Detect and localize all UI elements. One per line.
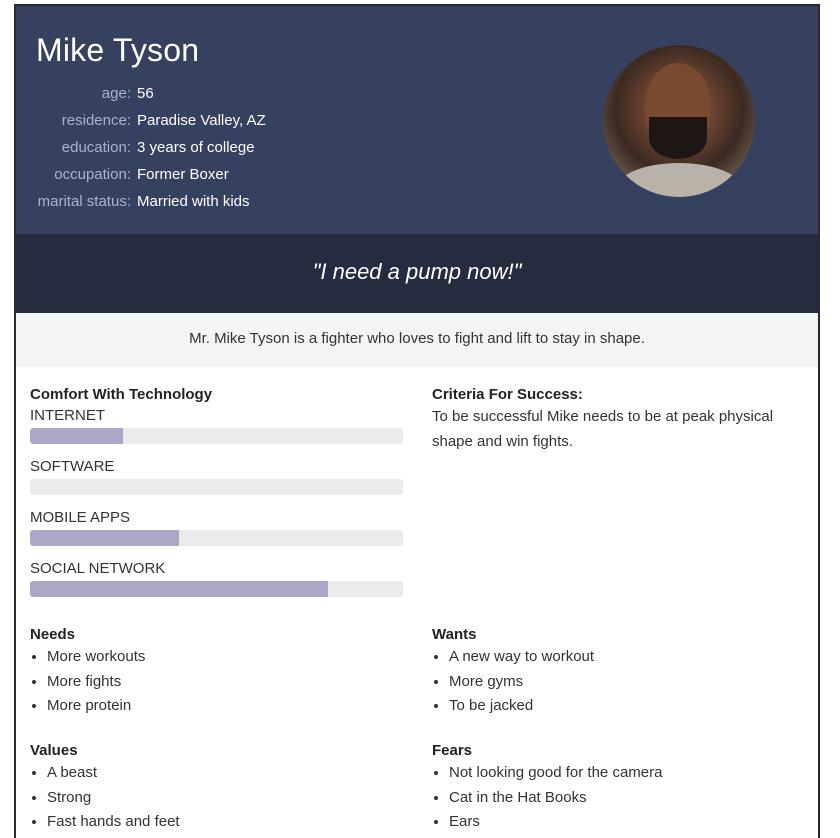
skill-list: INTERNET SOFTWARE MOBILE APPS SOCIAL NETWOR… (30, 407, 403, 597)
needs-section: Needs More workouts More fights More pro… (30, 626, 400, 719)
values-section: Values A beast Strong Fast hands and fee… (30, 742, 400, 835)
avatar-shirt (617, 163, 741, 197)
persona-facts: age: 56 residence: Paradise Valley, AZ edu… (16, 80, 266, 215)
persona-header: Mike Tyson age: 56 residence: Paradise Val… (16, 6, 818, 234)
wants-title: Wants (432, 626, 477, 643)
needs-title: Needs (30, 626, 76, 643)
skill-label: INTERNET (30, 407, 105, 424)
quote-band: "I need a pump now!" (16, 234, 818, 313)
fact-label: residence: (61, 112, 131, 129)
persona-card: Mike Tyson age: 56 residence: Paradise Val… (14, 4, 820, 838)
list-item: Not looking good for the camera (449, 761, 802, 786)
fact-label: education: (61, 139, 131, 156)
list-item: Strong (47, 786, 400, 811)
skill-bar-fill (30, 428, 124, 444)
persona-summary: Mr. Mike Tyson is a fighter who loves to… (189, 330, 645, 347)
list-item: To be jacked (449, 694, 802, 719)
skill-bar-track (30, 479, 403, 495)
list-item: More fights (47, 670, 400, 695)
fact-value: 56 (137, 85, 154, 102)
fact-value: Married with kids (137, 193, 250, 210)
fact-label: marital status: (37, 193, 131, 210)
wants-section: Wants A new way to workout More gyms To … (432, 626, 802, 719)
tech-comfort-section: Comfort With Technology INTERNET SOFTWARE… (30, 386, 403, 611)
list-item: Fast hands and feet (47, 810, 400, 835)
criteria-section: Criteria For Success: To be successful M… (432, 386, 802, 454)
skill-label: SOCIAL NETWORK (30, 560, 166, 577)
fears-list: Not looking good for the camera Cat in t… (432, 761, 802, 835)
tech-title: Comfort With Technology (30, 386, 213, 403)
fact-label: occupation: (54, 166, 131, 183)
list-item: Ears (449, 810, 802, 835)
fact-value: Former Boxer (137, 166, 229, 183)
fact-value: Paradise Valley, AZ (137, 112, 266, 129)
avatar (603, 45, 755, 197)
skill-label: MOBILE APPS (30, 509, 131, 526)
fact-residence: residence: Paradise Valley, AZ (16, 107, 266, 134)
values-list: A beast Strong Fast hands and feet (30, 761, 400, 835)
fears-title: Fears (432, 742, 473, 759)
criteria-text: To be successful Mike needs to be at pea… (432, 408, 774, 450)
skill-label: SOFTWARE (30, 458, 115, 475)
fears-section: Fears Not looking good for the camera Ca… (432, 742, 802, 835)
skill-bar-track (30, 428, 403, 444)
persona-name: Mike Tyson (36, 32, 200, 68)
avatar-beard (649, 117, 707, 159)
fact-occupation: occupation: Former Boxer (16, 161, 266, 188)
list-item: More gyms (449, 670, 802, 695)
skill-bar-fill (30, 581, 329, 597)
needs-list: More workouts More fights More protein (30, 645, 400, 719)
skill-bar-fill (30, 530, 180, 546)
skill-bar-track (30, 581, 403, 597)
list-item: Cat in the Hat Books (449, 786, 802, 811)
values-title: Values (30, 742, 78, 759)
list-item: A beast (47, 761, 400, 786)
list-item: More workouts (47, 645, 400, 670)
fact-label: age: (101, 85, 131, 102)
criteria-title: Criteria For Success: (432, 386, 583, 403)
fact-marital-status: marital status: Married with kids (16, 188, 266, 215)
persona-quote: "I need a pump now!" (312, 259, 522, 284)
summary-band: Mr. Mike Tyson is a fighter who loves to… (16, 313, 818, 367)
fact-education: education: 3 years of college (16, 134, 266, 161)
fact-value: 3 years of college (137, 139, 255, 156)
wants-list: A new way to workout More gyms To be jac… (432, 645, 802, 719)
list-item: More protein (47, 694, 400, 719)
skill-bar-track (30, 530, 403, 546)
list-item: A new way to workout (449, 645, 802, 670)
fact-age: age: 56 (16, 80, 266, 107)
